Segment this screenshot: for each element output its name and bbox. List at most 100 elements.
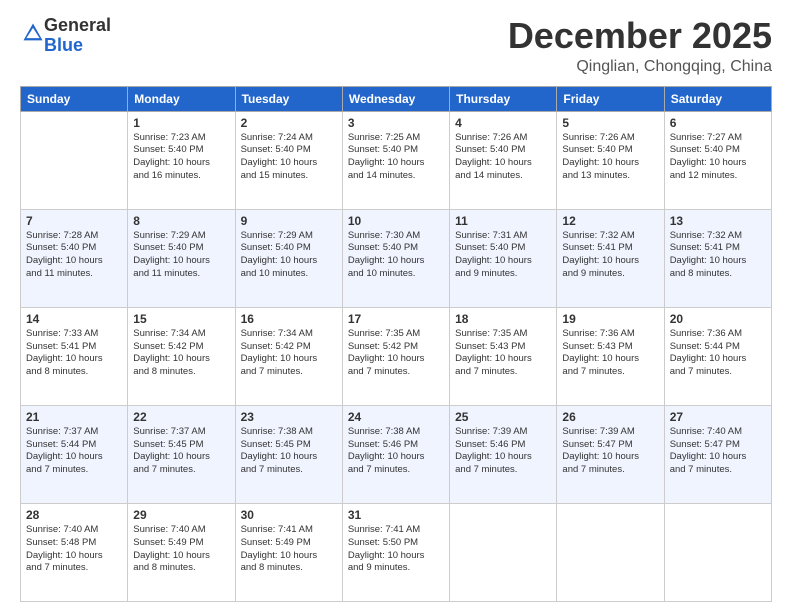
calendar-day-cell: 5 Sunrise: 7:26 AM Sunset: 5:40 PM Daylig… [557, 111, 664, 209]
day-number: 22 [133, 410, 229, 424]
weekday-header-friday: Friday [557, 86, 664, 111]
day-number: 3 [348, 116, 444, 130]
day-info: Sunrise: 7:40 AM Sunset: 5:49 PM Dayligh… [133, 524, 229, 575]
day-number: 21 [26, 410, 122, 424]
day-number: 20 [670, 312, 766, 326]
calendar-day-cell: 17Sunrise: 7:35 AM Sunset: 5:42 PM Dayli… [342, 307, 449, 405]
calendar-week-row: 14 Sunrise: 7:33 AM Sunset: 5:41 PM Dayli… [21, 307, 772, 405]
weekday-header-wednesday: Wednesday [342, 86, 449, 111]
calendar-day-cell: 13 Sunrise: 7:32 AM Sunset: 5:41 PM Dayli… [664, 209, 771, 307]
day-number: 26 [562, 410, 658, 424]
day-info: Sunrise: 7:36 AM Sunset: 5:44 PM Dayligh… [670, 328, 766, 379]
day-number: 14 [26, 312, 122, 326]
calendar-day-cell: 11Sunrise: 7:31 AM Sunset: 5:40 PM Dayli… [450, 209, 557, 307]
day-info: Sunrise: 7:32 AM Sunset: 5:41 PM Dayligh… [670, 230, 766, 281]
calendar-day-cell: 10 Sunrise: 7:30 AM Sunset: 5:40 PM Dayli… [342, 209, 449, 307]
day-info: Sunrise: 7:39 AM Sunset: 5:47 PM Dayligh… [562, 426, 658, 477]
day-info: Sunrise: 7:38 AM Sunset: 5:45 PM Dayligh… [241, 426, 337, 477]
day-info: Sunrise: 7:40 AM Sunset: 5:47 PM Dayligh… [670, 426, 766, 477]
day-info: Sunrise: 7:26 AM Sunset: 5:40 PM Dayligh… [562, 132, 658, 183]
day-number: 28 [26, 508, 122, 522]
day-number: 8 [133, 214, 229, 228]
calendar-day-cell: 8 Sunrise: 7:29 AM Sunset: 5:40 PM Daylig… [128, 209, 235, 307]
calendar-day-cell: 12 Sunrise: 7:32 AM Sunset: 5:41 PM Dayli… [557, 209, 664, 307]
calendar-day-cell: 22 Sunrise: 7:37 AM Sunset: 5:45 PM Dayli… [128, 405, 235, 503]
calendar-day-cell: 29Sunrise: 7:40 AM Sunset: 5:49 PM Dayli… [128, 503, 235, 601]
day-number: 6 [670, 116, 766, 130]
day-info: Sunrise: 7:24 AM Sunset: 5:40 PM Dayligh… [241, 132, 337, 183]
calendar-day-cell [450, 503, 557, 601]
title-block: December 2025 Qinglian, Chongqing, China [508, 16, 772, 76]
day-number: 16 [241, 312, 337, 326]
day-info: Sunrise: 7:34 AM Sunset: 5:42 PM Dayligh… [241, 328, 337, 379]
day-number: 15 [133, 312, 229, 326]
calendar-day-cell: 19 Sunrise: 7:36 AM Sunset: 5:43 PM Dayli… [557, 307, 664, 405]
day-info: Sunrise: 7:38 AM Sunset: 5:46 PM Dayligh… [348, 426, 444, 477]
day-info: Sunrise: 7:33 AM Sunset: 5:41 PM Dayligh… [26, 328, 122, 379]
calendar-day-cell [21, 111, 128, 209]
day-number: 24 [348, 410, 444, 424]
day-info: Sunrise: 7:40 AM Sunset: 5:48 PM Dayligh… [26, 524, 122, 575]
calendar-day-cell: 21 Sunrise: 7:37 AM Sunset: 5:44 PM Dayli… [21, 405, 128, 503]
calendar-day-cell: 1 Sunrise: 7:23 AM Sunset: 5:40 PM Daylig… [128, 111, 235, 209]
calendar-day-cell [557, 503, 664, 601]
day-info: Sunrise: 7:39 AM Sunset: 5:46 PM Dayligh… [455, 426, 551, 477]
day-info: Sunrise: 7:36 AM Sunset: 5:43 PM Dayligh… [562, 328, 658, 379]
calendar-day-cell: 6Sunrise: 7:27 AM Sunset: 5:40 PM Daylig… [664, 111, 771, 209]
calendar-day-cell: 14 Sunrise: 7:33 AM Sunset: 5:41 PM Dayli… [21, 307, 128, 405]
day-number: 19 [562, 312, 658, 326]
logo-icon [22, 22, 44, 44]
day-info: Sunrise: 7:32 AM Sunset: 5:41 PM Dayligh… [562, 230, 658, 281]
day-info: Sunrise: 7:29 AM Sunset: 5:40 PM Dayligh… [133, 230, 229, 281]
day-info: Sunrise: 7:37 AM Sunset: 5:44 PM Dayligh… [26, 426, 122, 477]
day-number: 13 [670, 214, 766, 228]
calendar-day-cell: 28 Sunrise: 7:40 AM Sunset: 5:48 PM Dayli… [21, 503, 128, 601]
weekday-header-monday: Monday [128, 86, 235, 111]
header: General Blue December 2025 Qinglian, Cho… [20, 16, 772, 76]
calendar-day-cell: 27Sunrise: 7:40 AM Sunset: 5:47 PM Dayli… [664, 405, 771, 503]
weekday-header-thursday: Thursday [450, 86, 557, 111]
day-info: Sunrise: 7:37 AM Sunset: 5:45 PM Dayligh… [133, 426, 229, 477]
day-number: 4 [455, 116, 551, 130]
page: General Blue December 2025 Qinglian, Cho… [0, 0, 792, 612]
day-info: Sunrise: 7:30 AM Sunset: 5:40 PM Dayligh… [348, 230, 444, 281]
day-info: Sunrise: 7:41 AM Sunset: 5:50 PM Dayligh… [348, 524, 444, 575]
calendar-day-cell: 4 Sunrise: 7:26 AM Sunset: 5:40 PM Daylig… [450, 111, 557, 209]
day-number: 17 [348, 312, 444, 326]
weekday-header-sunday: Sunday [21, 86, 128, 111]
day-info: Sunrise: 7:26 AM Sunset: 5:40 PM Dayligh… [455, 132, 551, 183]
day-number: 25 [455, 410, 551, 424]
day-number: 10 [348, 214, 444, 228]
calendar-table: SundayMondayTuesdayWednesdayThursdayFrid… [20, 86, 772, 602]
location-title: Qinglian, Chongqing, China [508, 58, 772, 76]
calendar-day-cell [664, 503, 771, 601]
calendar-day-cell: 3 Sunrise: 7:25 AM Sunset: 5:40 PM Daylig… [342, 111, 449, 209]
day-number: 30 [241, 508, 337, 522]
weekday-header-tuesday: Tuesday [235, 86, 342, 111]
day-number: 11 [455, 214, 551, 228]
day-number: 23 [241, 410, 337, 424]
calendar-day-cell: 18Sunrise: 7:35 AM Sunset: 5:43 PM Dayli… [450, 307, 557, 405]
day-info: Sunrise: 7:29 AM Sunset: 5:40 PM Dayligh… [241, 230, 337, 281]
calendar-week-row: 28 Sunrise: 7:40 AM Sunset: 5:48 PM Dayli… [21, 503, 772, 601]
day-info: Sunrise: 7:35 AM Sunset: 5:43 PM Dayligh… [455, 328, 551, 379]
day-number: 12 [562, 214, 658, 228]
calendar-day-cell: 20 Sunrise: 7:36 AM Sunset: 5:44 PM Dayli… [664, 307, 771, 405]
day-info: Sunrise: 7:34 AM Sunset: 5:42 PM Dayligh… [133, 328, 229, 379]
day-info: Sunrise: 7:28 AM Sunset: 5:40 PM Dayligh… [26, 230, 122, 281]
calendar-day-cell: 25 Sunrise: 7:39 AM Sunset: 5:46 PM Dayli… [450, 405, 557, 503]
day-number: 1 [133, 116, 229, 130]
day-info: Sunrise: 7:23 AM Sunset: 5:40 PM Dayligh… [133, 132, 229, 183]
calendar-header-row: SundayMondayTuesdayWednesdayThursdayFrid… [21, 86, 772, 111]
logo: General Blue [20, 16, 111, 56]
calendar-day-cell: 15 Sunrise: 7:34 AM Sunset: 5:42 PM Dayli… [128, 307, 235, 405]
calendar-week-row: 21 Sunrise: 7:37 AM Sunset: 5:44 PM Dayli… [21, 405, 772, 503]
day-info: Sunrise: 7:25 AM Sunset: 5:40 PM Dayligh… [348, 132, 444, 183]
calendar-day-cell: 26 Sunrise: 7:39 AM Sunset: 5:47 PM Dayli… [557, 405, 664, 503]
calendar-day-cell: 23 Sunrise: 7:38 AM Sunset: 5:45 PM Dayli… [235, 405, 342, 503]
calendar-day-cell: 24 Sunrise: 7:38 AM Sunset: 5:46 PM Dayli… [342, 405, 449, 503]
day-number: 5 [562, 116, 658, 130]
calendar-week-row: 1 Sunrise: 7:23 AM Sunset: 5:40 PM Daylig… [21, 111, 772, 209]
calendar-day-cell: 30Sunrise: 7:41 AM Sunset: 5:49 PM Dayli… [235, 503, 342, 601]
day-number: 31 [348, 508, 444, 522]
